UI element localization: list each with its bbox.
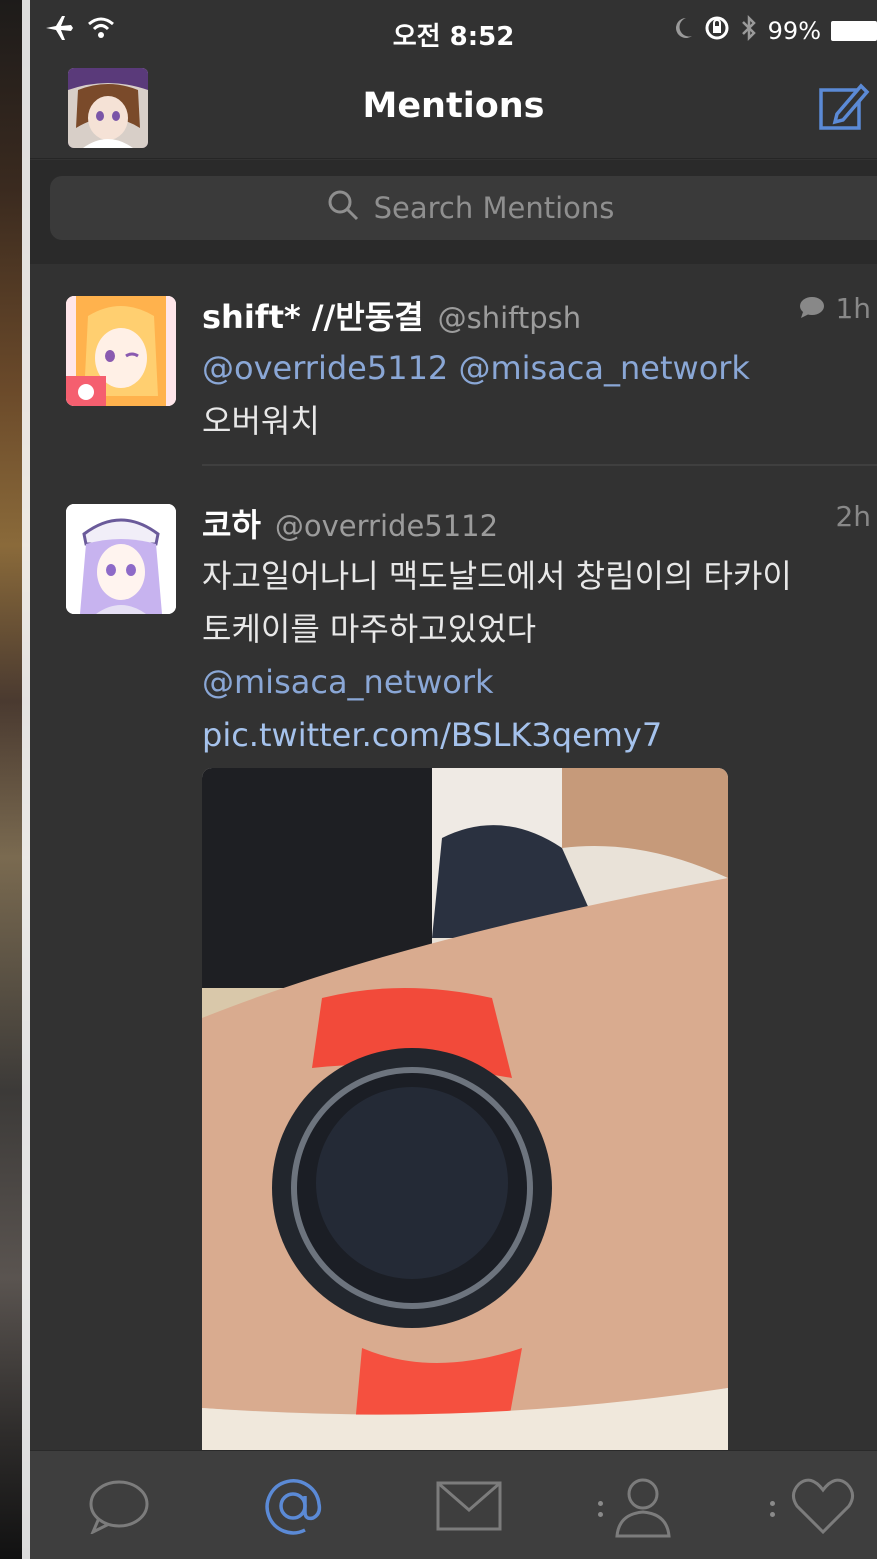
tweet-media-image[interactable]: [202, 768, 728, 1458]
tweet-avatar[interactable]: [66, 296, 176, 406]
rotation-lock-icon: [704, 15, 730, 47]
tweet-author-name: shift* //반동결: [202, 298, 424, 336]
tweet-header: 코하 @override5112: [202, 500, 877, 546]
tweet-mention[interactable]: @misaca_network: [202, 663, 494, 701]
navigation-bar: Mentions: [30, 62, 877, 159]
tweet-text: @override5112 @misaca_network 오버워치: [202, 342, 877, 448]
tweet-meta: 1h: [799, 292, 871, 325]
tweet-text-body: 자고일어나니 맥도날드에서 창림이의 타카이 토케이를 마주하고있었다: [202, 557, 792, 648]
search-icon: [326, 188, 360, 229]
mentions-icon[interactable]: [248, 1471, 338, 1541]
tweet-avatar[interactable]: [66, 504, 176, 614]
tweet-author-handle: @shiftpsh: [437, 301, 582, 335]
bluetooth-icon: [740, 14, 758, 48]
background-wallpaper-strip: [0, 0, 30, 1559]
tweet-author-handle: @override5112: [274, 509, 499, 543]
tweet-time: 2h: [835, 500, 871, 533]
compose-icon[interactable]: [817, 80, 871, 134]
tweet-text: 자고일어나니 맥도날드에서 창림이의 타카이 토케이를 마주하고있었다 @mis…: [202, 550, 877, 762]
tab-bar: [30, 1450, 877, 1559]
tweet-text-body: 오버워치: [202, 402, 320, 440]
app-screen: 오전 8:52 99% Mentions Search Mentions shi…: [30, 0, 877, 1559]
tweet-meta: 2h: [835, 500, 871, 533]
moon-icon: [672, 16, 694, 46]
status-bar: 오전 8:52 99%: [30, 0, 877, 62]
search-input[interactable]: Search Mentions: [50, 176, 877, 240]
timeline-icon[interactable]: [74, 1471, 164, 1541]
page-title: Mentions: [362, 86, 545, 126]
battery-label: 99%: [767, 17, 821, 45]
tweet-author-name: 코하: [202, 506, 261, 544]
battery-icon: [831, 21, 877, 41]
reply-icon: [799, 292, 825, 325]
tweet-header: shift* //반동결 @shiftpsh: [202, 292, 877, 338]
tweet-item[interactable]: shift* //반동결 @shiftpsh 1h @override5112 …: [30, 292, 877, 464]
tweet-time: 1h: [835, 292, 871, 325]
tweet-mentions[interactable]: @override5112 @misaca_network: [202, 349, 750, 387]
profile-icon[interactable]: [598, 1471, 688, 1541]
tweet-link[interactable]: pic.twitter.com/BSLK3qemy7: [202, 716, 662, 754]
tweet-divider: [202, 464, 877, 466]
favorites-icon[interactable]: [778, 1471, 868, 1541]
messages-icon[interactable]: [424, 1471, 514, 1541]
favorites-options-dots-icon: [770, 1499, 778, 1523]
search-area: Search Mentions: [30, 160, 877, 264]
search-placeholder: Search Mentions: [373, 191, 615, 225]
